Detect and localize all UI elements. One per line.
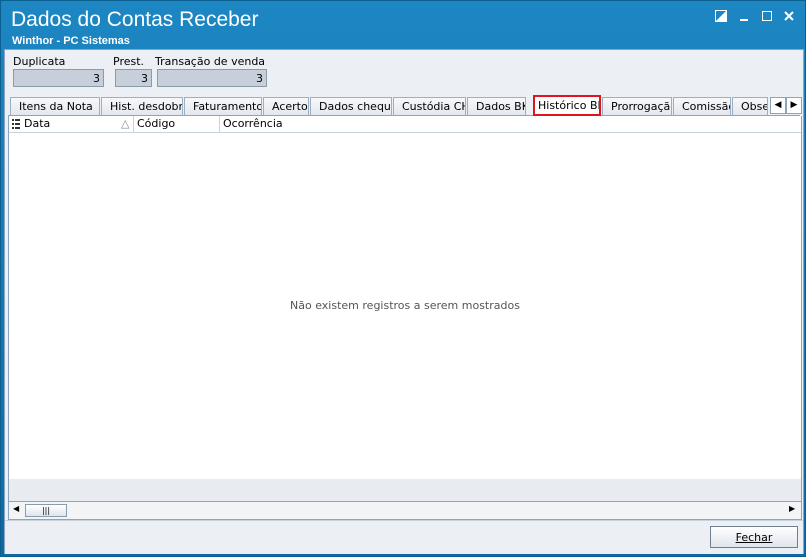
client-area: Duplicata 3 Prest. 3 Transação de venda … xyxy=(4,49,804,554)
minimize-icon[interactable] xyxy=(737,10,753,24)
tab-faturamento[interactable]: Faturamento xyxy=(184,97,262,115)
tab-hist-desdobr[interactable]: Hist. desdobr. xyxy=(101,97,183,115)
scroll-thumb[interactable]: ||| xyxy=(25,504,67,517)
window-title: Dados do Contas Receber xyxy=(11,8,259,31)
tab-dados-bk[interactable]: Dados BK xyxy=(467,97,526,115)
column-chooser-icon[interactable] xyxy=(12,116,20,134)
tab-prorrogacao[interactable]: Prorrogação xyxy=(602,97,672,115)
tab-itens-da-nota[interactable]: Itens da Nota xyxy=(10,97,100,115)
grid-footer xyxy=(8,479,802,502)
fechar-button-label: Fechar xyxy=(735,531,773,544)
tab-scroll-left-icon[interactable]: ◀ xyxy=(770,97,786,114)
tab-custodia-ch[interactable]: Custódia CH xyxy=(393,97,466,115)
column-header-ocorrencia[interactable]: Ocorrência xyxy=(223,116,283,132)
grid-header: Data △ Código Ocorrência xyxy=(9,116,801,133)
scroll-right-icon[interactable]: ▶ xyxy=(789,504,795,513)
scroll-left-icon[interactable]: ◀ xyxy=(13,504,19,513)
tab-acerto[interactable]: Acerto xyxy=(263,97,309,115)
tab-historico-bk[interactable]: Histórico BK xyxy=(533,95,601,116)
tab-dados-cheque[interactable]: Dados cheque xyxy=(310,97,392,115)
duplicata-label: Duplicata xyxy=(13,55,66,68)
column-header-data[interactable]: Data xyxy=(24,116,50,132)
transacao-label: Transação de venda xyxy=(155,55,266,68)
column-divider xyxy=(219,116,220,132)
transacao-field[interactable]: 3 xyxy=(157,69,267,87)
empty-message: Não existem registros a serem mostrados xyxy=(290,299,520,312)
data-grid: Data △ Código Ocorrência Não existem reg… xyxy=(8,116,802,480)
prest-field[interactable]: 3 xyxy=(115,69,152,87)
restore-icon[interactable] xyxy=(713,10,729,24)
prest-label: Prest. xyxy=(113,55,145,68)
bottom-bar: Fechar xyxy=(5,520,803,554)
sort-ascending-icon: △ xyxy=(121,117,130,130)
tab-obser[interactable]: Obser xyxy=(732,97,768,115)
maximize-icon[interactable] xyxy=(759,10,775,24)
window: Dados do Contas Receber Winthor - PC Sis… xyxy=(0,0,806,557)
close-icon[interactable] xyxy=(781,10,797,24)
window-subtitle: Winthor - PC Sistemas xyxy=(12,35,130,47)
tab-scroll-right-icon[interactable]: ▶ xyxy=(786,97,802,114)
column-header-codigo[interactable]: Código xyxy=(137,116,175,132)
tab-comissao[interactable]: Comissão xyxy=(673,97,731,115)
duplicata-field[interactable]: 3 xyxy=(13,69,104,87)
horizontal-scrollbar[interactable]: ◀ ||| ▶ xyxy=(8,502,802,520)
title-bar: Dados do Contas Receber Winthor - PC Sis… xyxy=(1,1,805,49)
column-divider xyxy=(133,116,134,132)
fechar-button[interactable]: Fechar xyxy=(710,526,798,548)
tab-strip: Itens da Nota Hist. desdobr. Faturamento… xyxy=(8,95,802,116)
